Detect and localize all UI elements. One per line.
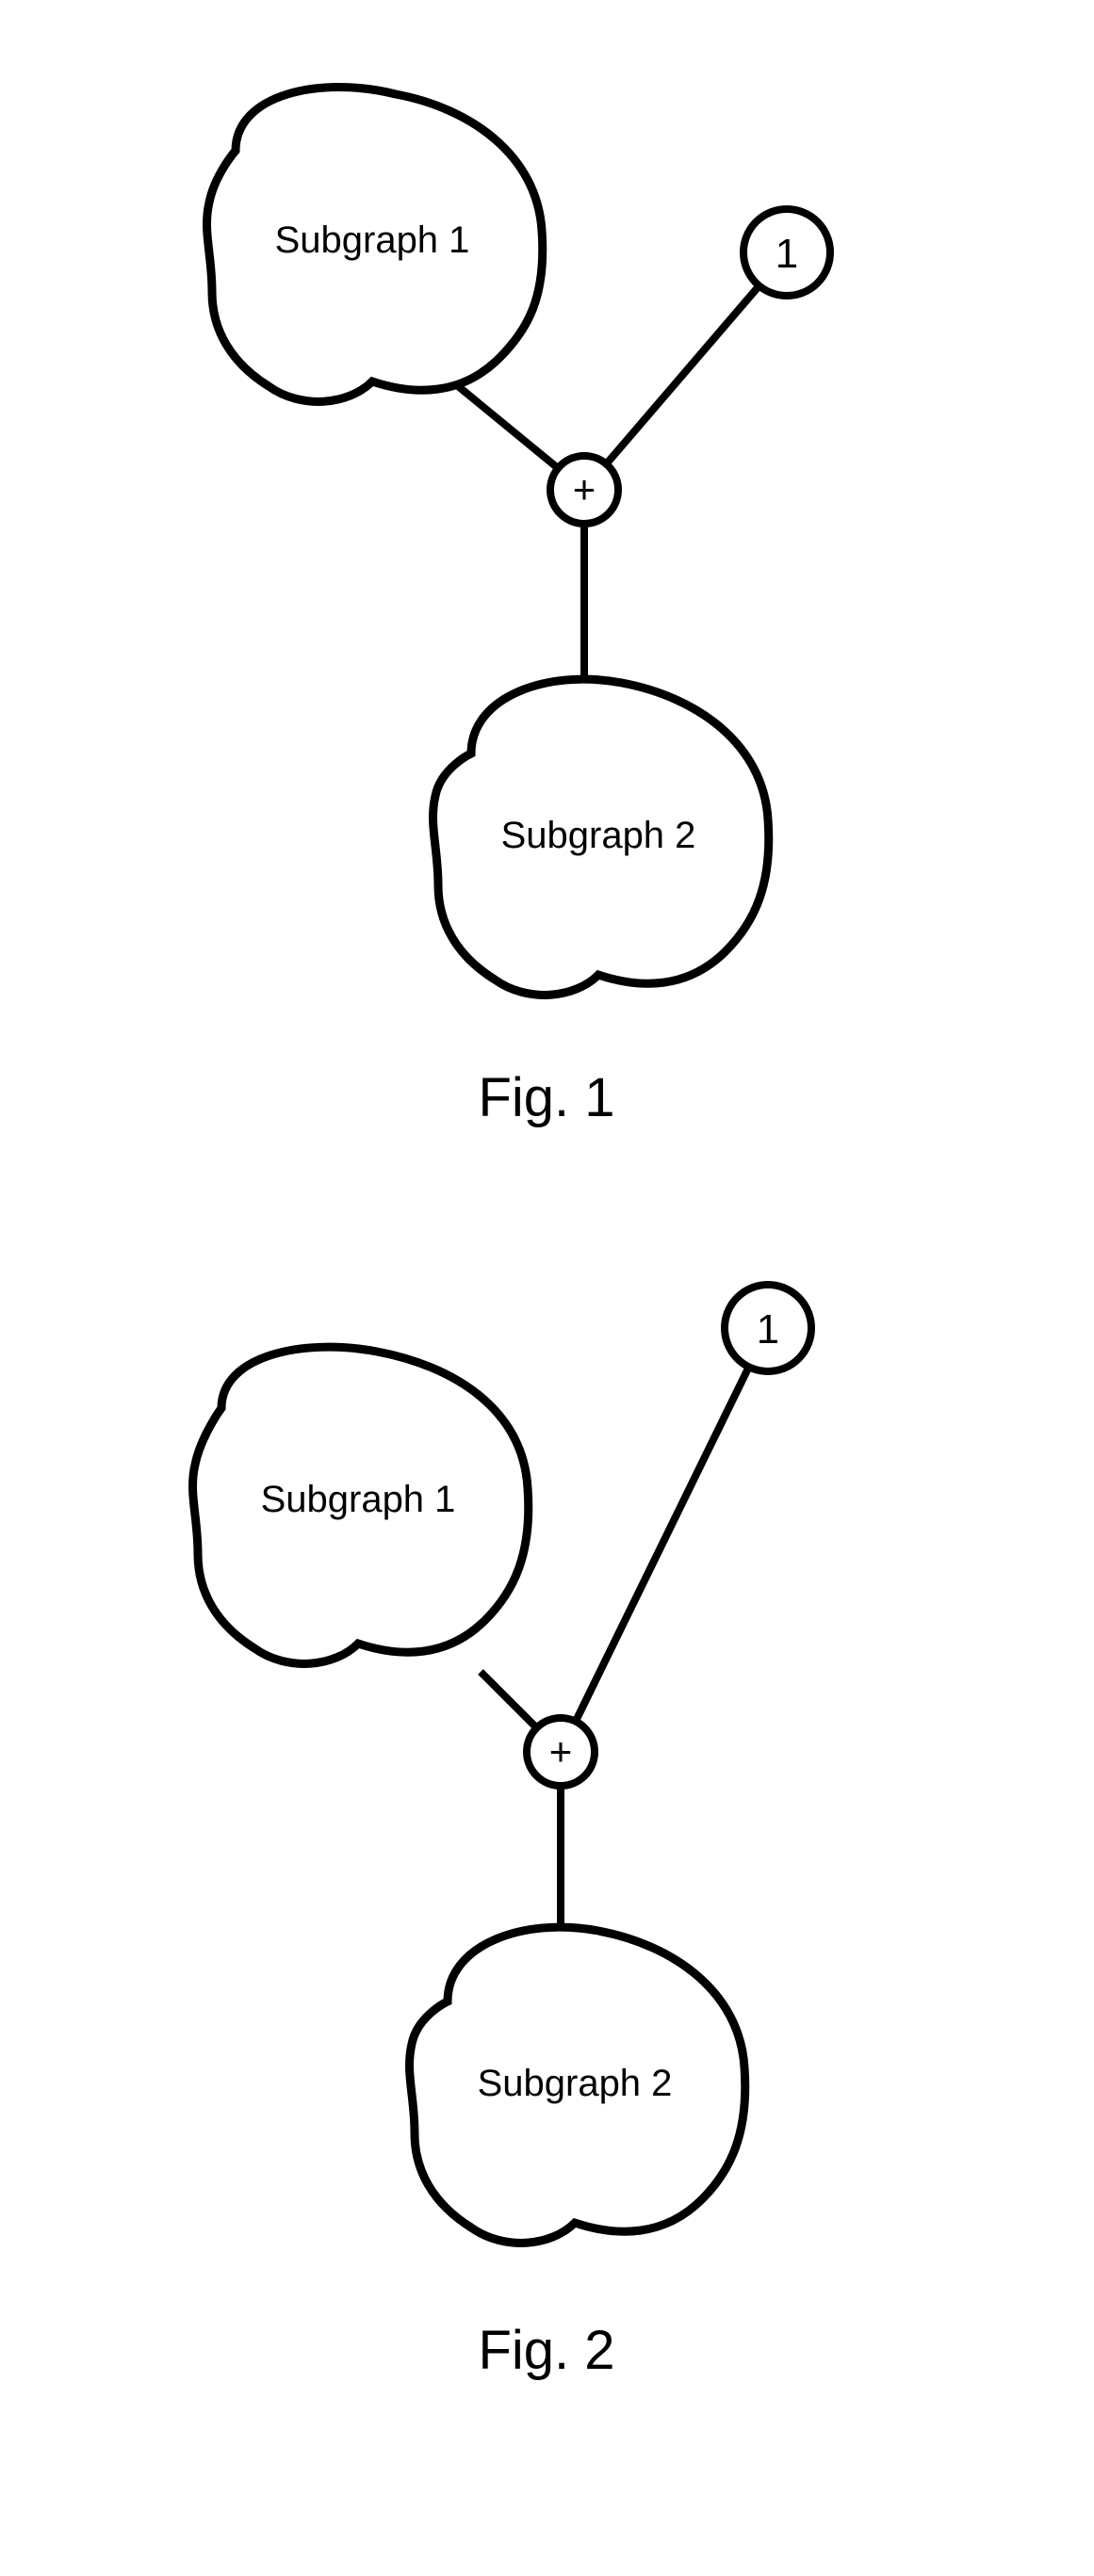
figure-1-caption: Fig. 1	[478, 1067, 614, 1128]
plus-node-label: +	[549, 1729, 573, 1774]
edge-plus-to-one	[561, 1337, 763, 1752]
diagram-page: Subgraph 1 Subgraph 2 + 1 Fig. 1 Sub	[0, 0, 1094, 2576]
subgraph-1-label: Subgraph 1	[261, 1479, 456, 1520]
edge-plus-to-one	[584, 259, 782, 490]
plus-node-label: +	[573, 467, 596, 511]
subgraph-2-label: Subgraph 2	[478, 2063, 673, 2104]
figure-2-caption: Fig. 2	[478, 2320, 614, 2381]
figure-2: Subgraph 1 Subgraph 2 + 1 Fig. 2	[193, 1285, 811, 2381]
diagram-svg: Subgraph 1 Subgraph 2 + 1 Fig. 1 Sub	[0, 0, 1094, 2576]
subgraph-1-label: Subgraph 1	[275, 219, 470, 261]
figure-1: Subgraph 1 Subgraph 2 + 1 Fig. 1	[207, 88, 830, 1129]
subgraph-2-label: Subgraph 2	[501, 815, 696, 856]
one-node-label: 1	[776, 231, 798, 277]
one-node-label: 1	[757, 1306, 779, 1353]
